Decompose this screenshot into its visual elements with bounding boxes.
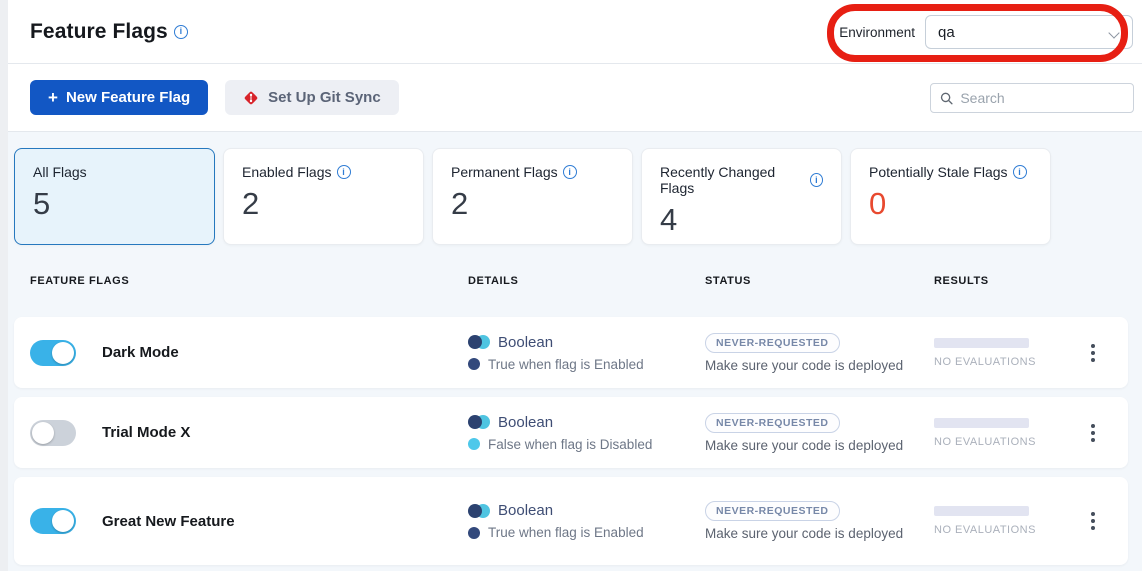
stat-cards: All Flags 5 Enabled Flags i 2 Permanent … bbox=[14, 148, 1051, 245]
results-label: NO EVALUATIONS bbox=[934, 436, 1074, 448]
flag-detail: True when flag is Enabled bbox=[488, 525, 644, 540]
flag-type: Boolean bbox=[498, 502, 553, 519]
boolean-type-icon bbox=[468, 335, 490, 349]
status-badge: NEVER-REQUESTED bbox=[705, 413, 840, 433]
results-label: NO EVALUATIONS bbox=[934, 524, 1074, 536]
flag-name[interactable]: Great New Feature bbox=[102, 513, 235, 530]
row-menu-button[interactable] bbox=[1085, 506, 1101, 536]
value-dot-icon bbox=[468, 527, 480, 539]
flag-type: Boolean bbox=[498, 334, 553, 351]
stat-card-value: 5 bbox=[33, 186, 196, 222]
stat-card-label: Potentially Stale Flags i bbox=[869, 164, 1032, 180]
chevron-down-icon bbox=[1110, 27, 1120, 37]
plus-icon: + bbox=[48, 88, 58, 108]
stat-card-permanent-flags[interactable]: Permanent Flags i 2 bbox=[432, 148, 633, 245]
page-header: Feature Flags i Environment qa bbox=[8, 0, 1142, 64]
flag-name[interactable]: Dark Mode bbox=[102, 344, 179, 361]
results-bar bbox=[934, 506, 1029, 516]
environment-selected-value: qa bbox=[938, 24, 955, 41]
row-menu-button[interactable] bbox=[1085, 418, 1101, 448]
environment-selector-group: Environment qa bbox=[839, 0, 1133, 64]
stat-card-label: All Flags bbox=[33, 164, 196, 180]
column-header-status: STATUS bbox=[705, 275, 934, 287]
stat-card-label: Enabled Flags i bbox=[242, 164, 405, 180]
boolean-type-icon bbox=[468, 504, 490, 518]
stat-card-value: 2 bbox=[451, 186, 614, 222]
setup-git-sync-button[interactable]: Set Up Git Sync bbox=[225, 80, 399, 115]
flag-name[interactable]: Trial Mode X bbox=[102, 424, 190, 441]
stat-card-recently-changed-flags[interactable]: Recently Changed Flags i 4 bbox=[641, 148, 842, 245]
info-icon[interactable]: i bbox=[810, 173, 823, 187]
info-icon[interactable]: i bbox=[174, 25, 188, 39]
stat-card-potentially-stale-flags[interactable]: Potentially Stale Flags i 0 bbox=[850, 148, 1051, 245]
status-text: Make sure your code is deployed bbox=[705, 358, 903, 373]
stat-card-label: Permanent Flags i bbox=[451, 164, 614, 180]
flag-toggle[interactable] bbox=[30, 340, 76, 366]
search-box[interactable] bbox=[930, 83, 1134, 113]
flag-detail: False when flag is Disabled bbox=[488, 437, 652, 452]
environment-select[interactable]: qa bbox=[925, 15, 1133, 49]
results-label: NO EVALUATIONS bbox=[934, 356, 1074, 368]
value-dot-icon bbox=[468, 358, 480, 370]
boolean-type-icon bbox=[468, 415, 490, 429]
stat-card-all-flags[interactable]: All Flags 5 bbox=[14, 148, 215, 245]
git-icon bbox=[243, 90, 259, 106]
toolbar: + New Feature Flag Set Up Git Sync bbox=[8, 64, 1142, 132]
flag-toggle[interactable] bbox=[30, 508, 76, 534]
new-feature-flag-label: New Feature Flag bbox=[66, 89, 190, 106]
status-badge: NEVER-REQUESTED bbox=[705, 501, 840, 521]
stat-card-value: 0 bbox=[869, 186, 1032, 222]
status-badge: NEVER-REQUESTED bbox=[705, 333, 840, 353]
page-title: Feature Flags bbox=[30, 20, 168, 44]
search-icon bbox=[940, 91, 953, 106]
row-menu-button[interactable] bbox=[1085, 338, 1101, 368]
value-dot-icon bbox=[468, 438, 480, 450]
environment-label: Environment bbox=[839, 25, 915, 40]
info-icon[interactable]: i bbox=[1013, 165, 1027, 179]
feature-flag-list: Dark Mode Boolean True when flag is Enab… bbox=[14, 317, 1128, 565]
stat-card-value: 4 bbox=[660, 202, 823, 238]
stat-card-value: 2 bbox=[242, 186, 405, 222]
flag-toggle[interactable] bbox=[30, 420, 76, 446]
table-row: Dark Mode Boolean True when flag is Enab… bbox=[14, 317, 1128, 388]
table-header: FEATURE FLAGS DETAILS STATUS RESULTS bbox=[14, 245, 1128, 317]
column-header-results: RESULTS bbox=[934, 275, 1074, 287]
info-icon[interactable]: i bbox=[563, 165, 577, 179]
left-edge-strip bbox=[0, 0, 8, 571]
column-header-feature-flags: FEATURE FLAGS bbox=[30, 275, 468, 287]
info-icon[interactable]: i bbox=[337, 165, 351, 179]
search-input[interactable] bbox=[960, 90, 1124, 106]
column-header-details: DETAILS bbox=[468, 275, 705, 287]
feature-flags-page: Feature Flags i Environment qa + New Fea… bbox=[0, 0, 1142, 571]
results-bar bbox=[934, 338, 1029, 348]
flag-detail: True when flag is Enabled bbox=[488, 357, 644, 372]
table-row: Great New Feature Boolean True when flag… bbox=[14, 477, 1128, 565]
setup-git-sync-label: Set Up Git Sync bbox=[268, 89, 381, 106]
table-row: Trial Mode X Boolean False when flag is … bbox=[14, 397, 1128, 468]
stat-card-enabled-flags[interactable]: Enabled Flags i 2 bbox=[223, 148, 424, 245]
results-bar bbox=[934, 418, 1029, 428]
flag-type: Boolean bbox=[498, 414, 553, 431]
new-feature-flag-button[interactable]: + New Feature Flag bbox=[30, 80, 208, 115]
status-text: Make sure your code is deployed bbox=[705, 438, 903, 453]
stat-card-label: Recently Changed Flags i bbox=[660, 164, 823, 196]
status-text: Make sure your code is deployed bbox=[705, 526, 903, 541]
